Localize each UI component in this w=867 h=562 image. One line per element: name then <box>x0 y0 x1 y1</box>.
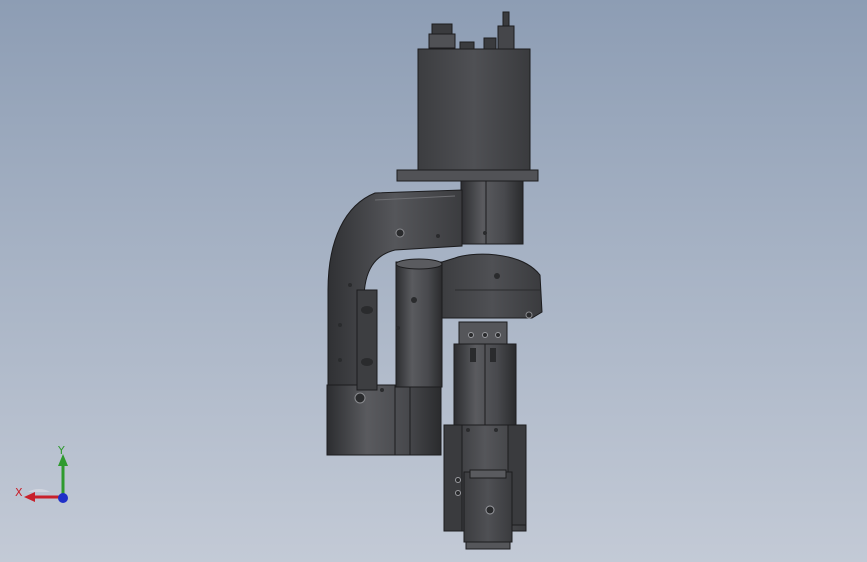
motor-housing[interactable] <box>396 48 539 182</box>
base-column[interactable] <box>460 180 524 245</box>
end-effector-flange[interactable] <box>463 469 513 550</box>
graphics-viewport[interactable]: Y X <box>0 0 867 562</box>
triad-plane <box>28 489 50 492</box>
wrist-column[interactable] <box>453 343 517 429</box>
x-axis-label: X <box>15 486 23 499</box>
orientation-triad[interactable]: Y X <box>12 440 76 510</box>
triad-axes <box>24 454 68 503</box>
wrist-bracket[interactable] <box>458 321 508 345</box>
forearm-housing[interactable] <box>441 253 543 319</box>
y-axis-label: Y <box>58 444 65 457</box>
robot-arm-model[interactable] <box>0 0 867 562</box>
z-axis-dot <box>58 493 68 503</box>
middle-joint[interactable] <box>395 258 443 388</box>
x-axis-arrowhead <box>24 492 35 502</box>
motor-connectors <box>428 11 515 51</box>
